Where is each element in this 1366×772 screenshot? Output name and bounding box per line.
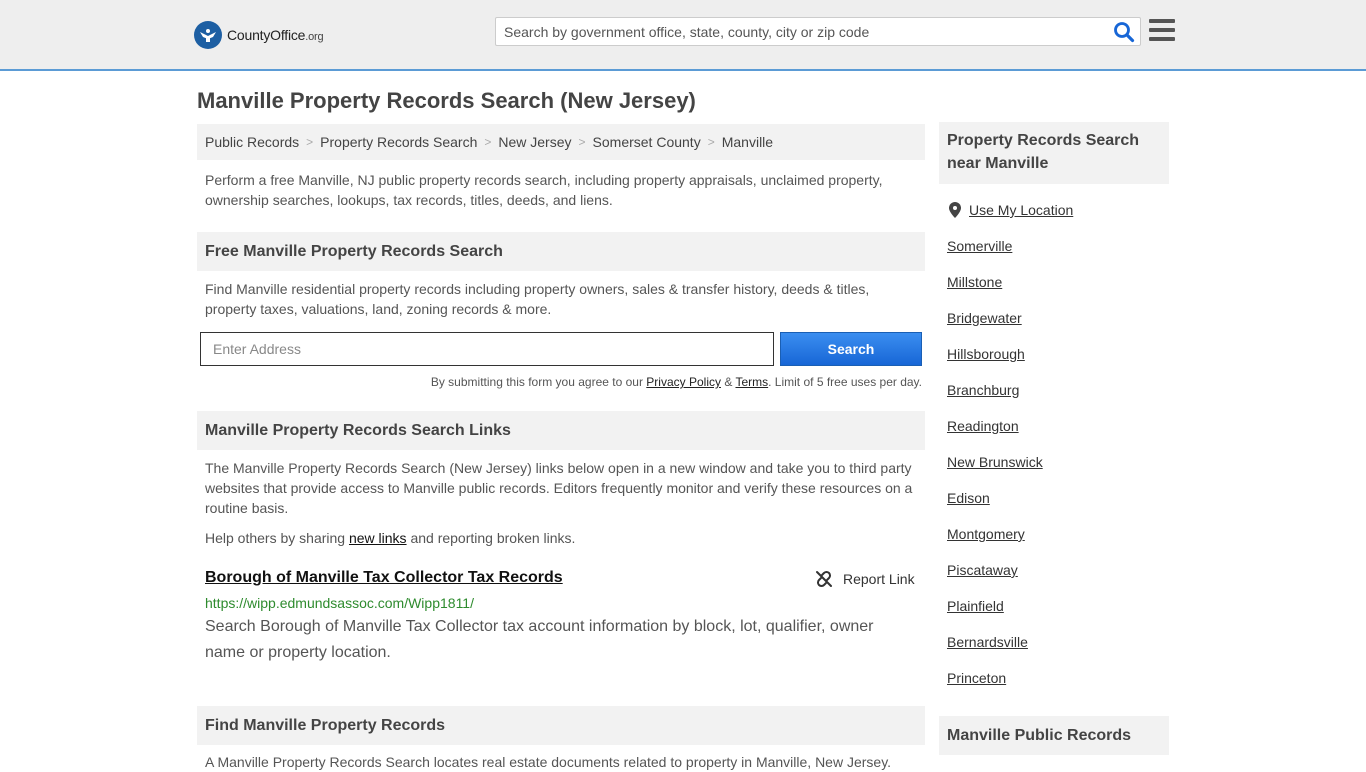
links-section-description: The Manville Property Records Search (Ne… (205, 460, 913, 516)
site-header: CountyOffice.org (0, 0, 1366, 71)
sidebar-city-link[interactable]: Branchburg (947, 382, 1019, 398)
use-my-location-link[interactable]: Use My Location (969, 202, 1073, 218)
record-link-title[interactable]: Borough of Manville Tax Collector Tax Re… (205, 569, 563, 587)
terms-link[interactable]: Terms (735, 375, 768, 389)
terms-notice: By submitting this form you agree to our… (300, 375, 922, 389)
public-records-heading: Manville Public Records (939, 716, 1169, 755)
sidebar-city-link[interactable]: Edison (947, 490, 990, 506)
eagle-seal-icon (194, 21, 222, 49)
sidebar-city-link[interactable]: Millstone (947, 274, 1002, 290)
sidebar-city-link[interactable]: Princeton (947, 670, 1006, 686)
use-my-location: Use My Location (949, 200, 1073, 220)
site-search-input[interactable] (496, 18, 1106, 45)
breadcrumb-public-records[interactable]: Public Records (205, 134, 299, 150)
location-pin-icon (949, 202, 961, 218)
record-link-description: Search Borough of Manville Tax Collector… (205, 618, 874, 661)
breadcrumb-somerset-county[interactable]: Somerset County (593, 134, 701, 150)
site-logo[interactable]: CountyOffice.org (194, 20, 324, 50)
nearby-heading: Property Records Search near Manville (939, 122, 1169, 184)
logo-tld: .org (305, 31, 324, 43)
site-search (495, 17, 1141, 46)
breadcrumb-separator: > (306, 135, 314, 149)
find-section-description: A Manville Property Records Search locat… (205, 754, 892, 770)
sidebar-city-link[interactable]: Hillsborough (947, 346, 1025, 362)
breadcrumb-manville[interactable]: Manville (722, 134, 773, 150)
sidebar-city-link[interactable]: Plainfield (947, 598, 1004, 614)
sidebar-city-link[interactable]: Montgomery (947, 526, 1025, 542)
sidebar-city-link[interactable]: New Brunswick (947, 454, 1043, 470)
broken-link-icon (816, 570, 832, 588)
sidebar-city-link[interactable]: Piscataway (947, 562, 1018, 578)
breadcrumb: Public Records > Property Records Search… (197, 124, 925, 160)
help-prefix: Help others by sharing (205, 530, 346, 546)
free-search-heading: Free Manville Property Records Search (197, 232, 925, 271)
free-search-description: Find Manville residential property recor… (205, 281, 870, 317)
sidebar-city-link[interactable]: Bridgewater (947, 310, 1022, 326)
record-link-url: https://wipp.edmundsassoc.com/Wipp1811/ (205, 595, 474, 611)
intro-text: Perform a free Manville, NJ public prope… (205, 172, 883, 208)
sidebar-city-link[interactable]: Bernardsville (947, 634, 1028, 650)
page-title: Manville Property Records Search (New Je… (197, 88, 696, 113)
breadcrumb-separator: > (707, 135, 715, 149)
report-link-label: Report Link (843, 571, 915, 587)
terms-suffix: . Limit of 5 free uses per day. (768, 375, 922, 389)
breadcrumb-separator: > (484, 135, 492, 149)
privacy-policy-link[interactable]: Privacy Policy (646, 375, 721, 389)
sidebar-city-link[interactable]: Somerville (947, 238, 1012, 254)
logo-name: CountyOffice (227, 27, 306, 43)
terms-ampersand: & (724, 375, 733, 389)
terms-prefix: By submitting this form you agree to our (430, 375, 643, 389)
sidebar-city-link[interactable]: Readington (947, 418, 1019, 434)
new-links-link[interactable]: new links (349, 530, 407, 546)
breadcrumb-new-jersey[interactable]: New Jersey (498, 134, 571, 150)
menu-icon[interactable] (1149, 19, 1175, 41)
help-suffix: and reporting broken links. (410, 530, 576, 546)
search-icon[interactable] (1113, 21, 1135, 43)
help-sharing-text: Help others by sharing new links and rep… (205, 528, 920, 548)
links-section-heading: Manville Property Records Search Links (197, 411, 925, 450)
logo-text: CountyOffice.org (227, 27, 324, 43)
address-input[interactable] (200, 332, 774, 366)
report-link-button[interactable]: Report Link (815, 570, 915, 588)
address-search-button[interactable]: Search (780, 332, 922, 366)
breadcrumb-separator: > (578, 135, 586, 149)
breadcrumb-property-records-search[interactable]: Property Records Search (320, 134, 477, 150)
find-section-heading: Find Manville Property Records (197, 706, 925, 745)
